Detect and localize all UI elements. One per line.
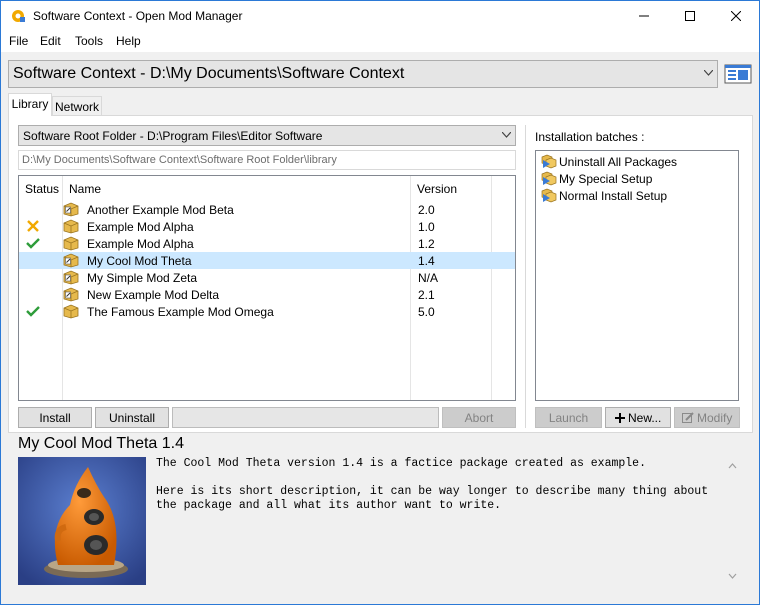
install-button[interactable]: Install <box>18 407 92 428</box>
column-header-status[interactable]: Status <box>19 176 63 200</box>
tab-library[interactable]: Library <box>8 93 52 116</box>
mod-version: 1.2 <box>418 237 435 251</box>
abort-button[interactable]: Abort <box>442 407 516 428</box>
maximize-button[interactable] <box>667 1 713 31</box>
close-button[interactable] <box>713 1 759 31</box>
new-batch-button[interactable]: New... <box>605 407 671 428</box>
plus-icon <box>614 413 625 423</box>
mod-row[interactable]: New Example Mod Delta 2.1 <box>19 286 515 303</box>
batch-script-icon <box>541 171 557 186</box>
mod-name: New Example Mod Delta <box>87 288 220 302</box>
status-empty <box>26 287 40 301</box>
package-icon <box>63 236 79 251</box>
package-icon <box>63 304 79 319</box>
root-folder-value: Software Root Folder - D:\Program Files\… <box>23 129 323 143</box>
menu-edit[interactable]: Edit <box>40 34 61 48</box>
mod-row[interactable]: The Famous Example Mod Omega 5.0 <box>19 303 515 320</box>
mod-name: My Simple Mod Zeta <box>87 271 198 285</box>
package-edit-icon <box>63 202 79 217</box>
context-select[interactable]: Software Context - D:\My Documents\Softw… <box>8 60 718 88</box>
window-properties-icon <box>724 64 752 84</box>
panel-divider <box>525 125 526 428</box>
chevron-down-icon <box>502 132 511 138</box>
mod-name: The Famous Example Mod Omega <box>87 305 274 319</box>
mod-row[interactable]: Example Mod Alpha 1.0 <box>19 218 515 235</box>
menu-file[interactable]: File <box>9 34 28 48</box>
main-window: Software Context - Open Mod Manager File… <box>0 0 760 605</box>
minimize-button[interactable] <box>621 1 667 31</box>
mod-row[interactable]: My Cool Mod Theta 1.4 <box>19 252 515 269</box>
menu-tools[interactable]: Tools <box>75 34 103 48</box>
column-header-version[interactable]: Version <box>411 176 491 200</box>
batch-script-icon <box>541 188 557 203</box>
package-edit-icon <box>63 270 79 285</box>
selected-mod-title: My Cool Mod Theta 1.4 <box>18 435 185 452</box>
tab-network[interactable]: Network <box>52 96 102 116</box>
modify-batch-label: Modify <box>697 411 733 425</box>
status-empty <box>26 202 40 216</box>
close-icon <box>731 11 741 21</box>
mod-version: 2.1 <box>418 288 435 302</box>
batches-label: Installation batches : <box>535 130 645 144</box>
batch-label: My Special Setup <box>559 172 653 186</box>
mod-description: The Cool Mod Theta version 1.4 is a fact… <box>156 457 709 512</box>
menu-bar: File Edit Tools Help <box>1 31 759 52</box>
context-select-value: Software Context - D:\My Documents\Softw… <box>13 65 405 82</box>
maximize-icon <box>685 11 695 21</box>
context-properties-button[interactable] <box>723 60 753 88</box>
mod-name: Example Mod Alpha <box>87 220 194 234</box>
progress-bar <box>172 407 439 428</box>
mod-row[interactable]: Example Mod Alpha 1.2 <box>19 235 515 252</box>
mod-version: 5.0 <box>418 305 435 319</box>
mod-preview-image <box>18 457 146 585</box>
root-folder-select[interactable]: Software Root Folder - D:\Program Files\… <box>18 125 516 146</box>
scroll-up-icon <box>728 463 737 469</box>
mod-name: Example Mod Alpha <box>87 237 194 251</box>
package-edit-icon <box>63 253 79 268</box>
batches-list[interactable]: Uninstall All Packages My Special Setup No… <box>535 150 739 401</box>
minimize-icon <box>639 15 649 17</box>
mod-version: 1.4 <box>418 254 435 268</box>
batch-label: Uninstall All Packages <box>559 155 678 169</box>
checkmark-icon <box>26 238 40 249</box>
modify-batch-button[interactable]: Modify <box>674 407 740 428</box>
batch-label: Normal Install Setup <box>559 189 668 203</box>
batch-script-icon <box>541 154 557 169</box>
new-batch-label: New... <box>627 411 662 425</box>
library-path-value: D:\My Documents\Software Context\Softwar… <box>22 154 337 166</box>
mod-name: My Cool Mod Theta <box>87 254 192 268</box>
mod-row[interactable]: My Simple Mod Zeta N/A <box>19 269 515 286</box>
mod-version: 2.0 <box>418 203 435 217</box>
library-path-field[interactable]: D:\My Documents\Software Context\Softwar… <box>18 150 516 170</box>
column-header-name[interactable]: Name <box>63 176 411 200</box>
launch-button[interactable]: Launch <box>535 407 602 428</box>
status-empty <box>26 253 40 267</box>
mod-version: 1.0 <box>418 220 435 234</box>
cross-icon <box>27 220 39 232</box>
gear-puzzle-icon <box>12 10 25 22</box>
description-scrollbar[interactable] <box>724 457 741 585</box>
mod-name: Another Example Mod Beta <box>87 203 234 217</box>
menu-help[interactable]: Help <box>116 34 141 48</box>
title-bar[interactable]: Software Context - Open Mod Manager <box>1 1 759 31</box>
status-empty <box>26 270 40 284</box>
mod-version: N/A <box>418 271 439 285</box>
checkmark-icon <box>26 306 40 317</box>
package-icon <box>63 219 79 234</box>
mod-list[interactable]: Status Name Version Another Example Mod … <box>18 175 516 401</box>
scroll-down-icon <box>728 573 737 579</box>
mod-row[interactable]: Another Example Mod Beta 2.0 <box>19 201 515 218</box>
package-edit-icon <box>63 287 79 302</box>
chevron-down-icon <box>704 70 713 76</box>
window-title: Software Context - Open Mod Manager <box>33 9 243 23</box>
edit-icon <box>681 412 694 423</box>
uninstall-button[interactable]: Uninstall <box>95 407 169 428</box>
